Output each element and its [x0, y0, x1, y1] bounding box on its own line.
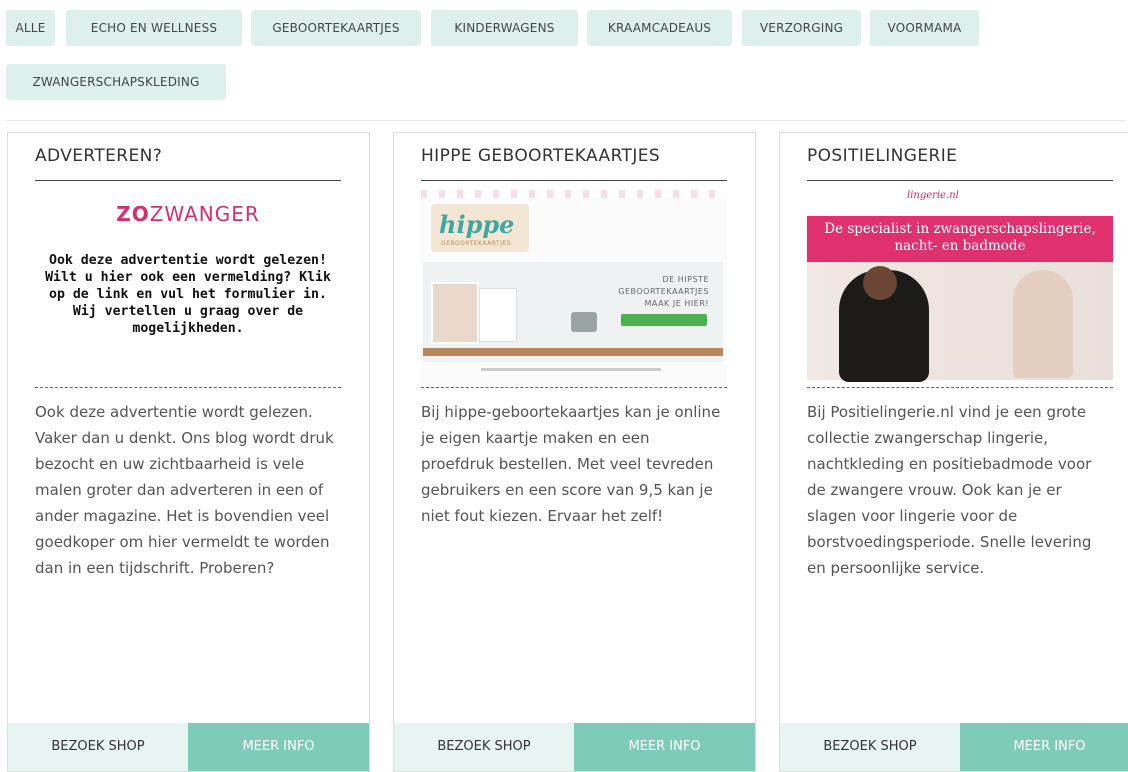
- card-description: Ook deze advertentie wordt gelezen. Vake…: [35, 403, 334, 577]
- image-headline: DE HIPSTE GEBOORTEKAARTJES MAAK JE HIER!: [618, 275, 709, 308]
- more-info-button[interactable]: MEER INFO: [960, 723, 1128, 771]
- product-card-positielingerie: POSITIELINGERIE lingerie.nl De specialis…: [779, 132, 1128, 772]
- filter-chip-zwangerschapskleding[interactable]: ZWANGERSCHAPSKLEDING: [6, 64, 226, 100]
- title-divider: [807, 180, 1113, 181]
- card-image-hippe[interactable]: hippe GEBOORTEKAARTJES DE HIPSTE GEBOORT…: [421, 190, 727, 385]
- ad-image-text: Ook deze advertentie wordt gelezen! Wilt…: [45, 253, 331, 336]
- filter-chip-kraamcadeaus[interactable]: KRAAMCADEAUS: [587, 10, 732, 46]
- more-info-button[interactable]: MEER INFO: [188, 723, 369, 771]
- filter-chip-voormama[interactable]: VOORMAMA: [870, 10, 979, 46]
- filter-divider: [6, 120, 1126, 121]
- title-divider: [421, 180, 727, 181]
- filter-chip-geboortekaartjes[interactable]: GEBOORTEKAARTJES: [251, 10, 421, 46]
- toy-camera: [571, 312, 597, 332]
- card-title: HIPPE GEBOORTEKAARTJES: [421, 146, 661, 166]
- filter-chip-verzorging[interactable]: VERZORGING: [742, 10, 861, 46]
- card-image-positielingerie[interactable]: lingerie.nl De specialist in zwangerscha…: [807, 190, 1113, 385]
- image-cta-button: [621, 314, 707, 326]
- card-actions: BEZOEK SHOP MEER INFO: [8, 723, 369, 771]
- product-card-adverteren: ADVERTEREN? ZOZWANGER Ook deze advertent…: [7, 132, 370, 772]
- birth-card-mockup: [479, 288, 517, 342]
- hippe-logo: hippe GEBOORTEKAARTJES: [431, 204, 529, 252]
- card-description: Bij hippe-geboortekaartjes kan je online…: [421, 403, 721, 525]
- card-description: Bij Positielingerie.nl vind je een grote…: [807, 403, 1092, 577]
- card-title: ADVERTEREN?: [35, 146, 163, 166]
- product-card-hippe-geboortekaartjes: HIPPE GEBOORTEKAARTJES hippe GEBOORTEKAA…: [393, 132, 756, 772]
- more-info-button[interactable]: MEER INFO: [574, 723, 755, 771]
- visit-shop-button[interactable]: BEZOEK SHOP: [780, 723, 960, 771]
- image-divider: [421, 387, 727, 388]
- zozwanger-logo: ZOZWANGER: [116, 202, 260, 226]
- visit-shop-button[interactable]: BEZOEK SHOP: [8, 723, 188, 771]
- card-title: POSITIELINGERIE: [807, 146, 958, 166]
- image-header: lingerie.nl: [907, 190, 959, 201]
- visit-shop-button[interactable]: BEZOEK SHOP: [394, 723, 574, 771]
- image-divider: [807, 387, 1113, 388]
- card-image-advertisement[interactable]: ZOZWANGER Ook deze advertentie wordt gel…: [35, 190, 341, 385]
- filter-chip-echo-en-wellness[interactable]: ECHO EN WELLNESS: [66, 10, 242, 46]
- shelf: [423, 348, 723, 356]
- image-banner: De specialist in zwangerschapslingerie, …: [807, 216, 1113, 262]
- image-divider: [35, 387, 341, 388]
- filter-chip-kinderwagens[interactable]: KINDERWAGENS: [431, 10, 578, 46]
- title-divider: [35, 180, 341, 181]
- baby-photo: [431, 282, 479, 344]
- card-actions: BEZOEK SHOP MEER INFO: [394, 723, 755, 771]
- card-actions: BEZOEK SHOP MEER INFO: [780, 723, 1128, 771]
- filter-chip-alle[interactable]: ALLE: [6, 10, 55, 46]
